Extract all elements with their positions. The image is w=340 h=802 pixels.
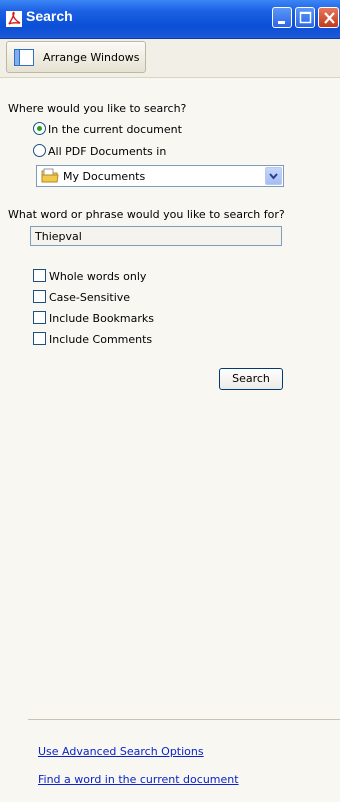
find-word-link[interactable]: Find a word in the current document [38, 773, 239, 786]
dropdown-arrow-button[interactable] [265, 167, 282, 185]
arrange-windows-icon [14, 49, 34, 66]
folder-icon [41, 168, 59, 183]
window-title: Search [26, 8, 73, 24]
checkbox-include-bookmarks[interactable] [33, 311, 46, 324]
checkbox-include-comments[interactable] [33, 332, 46, 345]
minimize-button[interactable] [272, 7, 292, 28]
arrange-windows-button[interactable]: Arrange Windows [6, 41, 146, 73]
search-window: Search Arrange Windows Where would you l… [0, 0, 340, 802]
checkbox-whole-words-label[interactable]: Whole words only [49, 270, 146, 283]
acrobat-icon [6, 11, 22, 27]
toolbar: Arrange Windows [0, 39, 340, 78]
radio-all-pdf-label[interactable]: All PDF Documents in [48, 145, 166, 158]
maximize-button[interactable] [295, 7, 315, 28]
checkbox-case-sensitive-label[interactable]: Case-Sensitive [49, 291, 130, 304]
search-button[interactable]: Search [219, 368, 283, 390]
minimize-icon [278, 21, 285, 24]
divider [28, 719, 340, 720]
arrange-windows-label: Arrange Windows [43, 51, 140, 64]
where-prompt: Where would you like to search? [8, 102, 187, 115]
folder-dropdown-value: My Documents [63, 170, 146, 183]
maximize-icon [299, 11, 312, 24]
chevron-down-icon [269, 173, 278, 180]
close-button[interactable] [318, 7, 339, 28]
search-input[interactable]: Thiepval [30, 226, 282, 246]
radio-current-document[interactable] [33, 122, 46, 135]
advanced-search-link[interactable]: Use Advanced Search Options [38, 745, 204, 758]
folder-dropdown[interactable]: My Documents [36, 165, 284, 187]
checkbox-case-sensitive[interactable] [33, 290, 46, 303]
radio-current-document-label[interactable]: In the current document [48, 123, 182, 136]
radio-all-pdf[interactable] [33, 144, 46, 157]
close-icon [324, 12, 335, 24]
title-bar[interactable]: Search [0, 0, 340, 39]
query-prompt: What word or phrase would you like to se… [8, 208, 285, 221]
radio-selected-dot [37, 126, 42, 131]
checkbox-include-bookmarks-label[interactable]: Include Bookmarks [49, 312, 154, 325]
checkbox-include-comments-label[interactable]: Include Comments [49, 333, 152, 346]
checkbox-whole-words[interactable] [33, 269, 46, 282]
